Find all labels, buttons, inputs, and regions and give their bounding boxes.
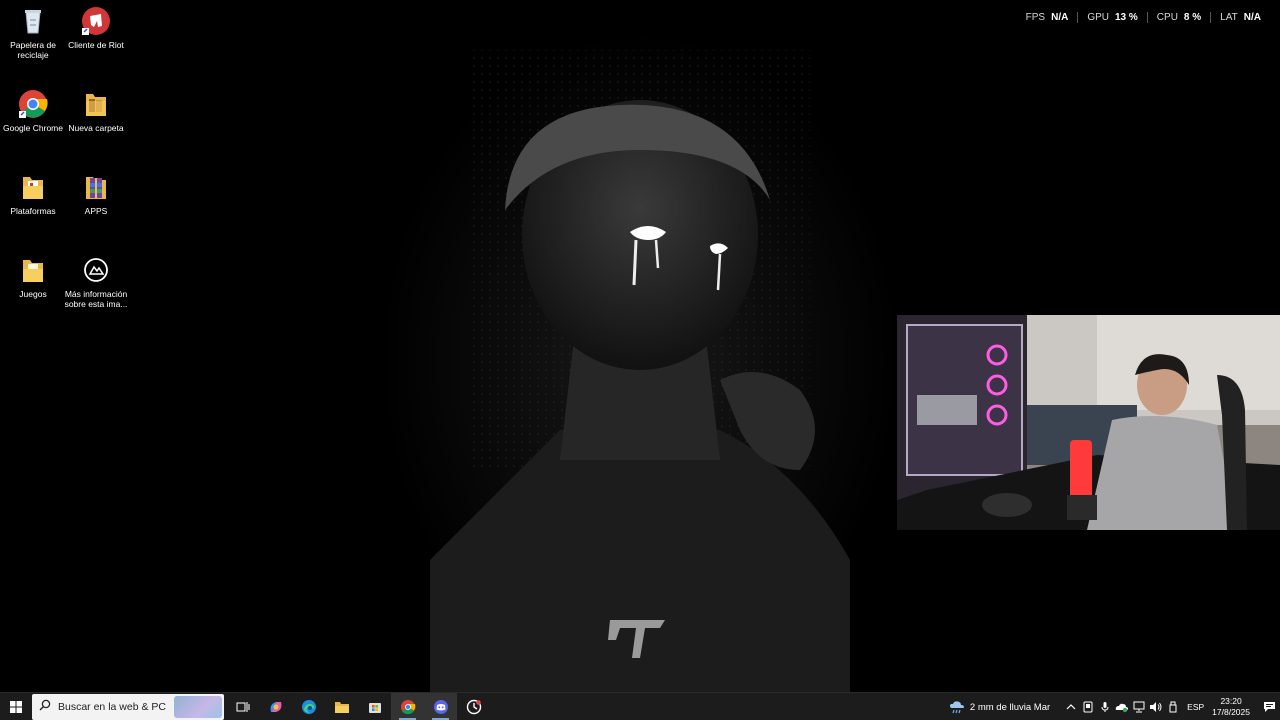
desktop-icon-riot-client[interactable]: Cliente de Riot xyxy=(63,6,129,50)
latency-label: LAT xyxy=(1220,12,1238,23)
file-explorer-button[interactable] xyxy=(325,693,358,720)
task-view-button[interactable] xyxy=(226,693,259,720)
fps-label: FPS xyxy=(1025,12,1046,23)
tray-device-button[interactable] xyxy=(1080,693,1096,720)
desktop-icon-google-chrome[interactable]: Google Chrome xyxy=(0,89,66,133)
weather-text: 2 mm de lluvia Mar xyxy=(969,701,1051,713)
desktop-icon-label: Google Chrome xyxy=(2,123,63,133)
volume-icon xyxy=(1149,702,1162,712)
latency-stat: LAT N/A xyxy=(1210,12,1270,23)
taskbar-clock[interactable]: 23:20 17/8/2025 xyxy=(1212,696,1250,718)
windows-logo-icon xyxy=(10,700,22,713)
recycle-bin-icon xyxy=(18,6,48,36)
webcam-overlay xyxy=(897,315,1280,530)
microphone-icon xyxy=(1101,702,1109,712)
clock-app-button[interactable] xyxy=(457,693,490,720)
show-hidden-icons-button[interactable] xyxy=(1063,693,1079,720)
clock-time: 23:20 xyxy=(1220,696,1242,706)
discord-taskbar-button[interactable] xyxy=(424,692,457,720)
tray-network-button[interactable] xyxy=(1131,693,1147,720)
edge-icon xyxy=(301,699,316,714)
discord-icon xyxy=(433,699,448,714)
tray-onedrive-button[interactable] xyxy=(1114,693,1130,720)
folder-icon xyxy=(18,255,48,285)
desktop-icon-nueva-carpeta[interactable]: Nueva carpeta xyxy=(63,89,129,133)
file-explorer-icon xyxy=(334,701,349,713)
desktop-icon-label: Plataformas xyxy=(10,206,56,216)
notification-icon xyxy=(1263,702,1275,712)
start-button[interactable] xyxy=(0,693,32,720)
tray-usb-button[interactable] xyxy=(1165,693,1181,720)
input-language-indicator[interactable]: ESP xyxy=(1187,702,1204,712)
search-highlight-image xyxy=(174,695,222,718)
weather-widget[interactable]: 2 mm de lluvia Mar xyxy=(949,700,1050,714)
gpu-value: 13 % xyxy=(1115,12,1138,23)
latency-value: N/A xyxy=(1243,12,1261,23)
desktop-icon-label: APPS xyxy=(84,206,108,216)
desktop-icon-juegos[interactable]: Juegos xyxy=(0,255,66,299)
desktop-icon-recycle-bin[interactable]: Papelera de reciclaje xyxy=(0,6,66,60)
copilot-button[interactable] xyxy=(259,693,292,720)
copilot-icon xyxy=(270,701,281,712)
notification-center-button[interactable] xyxy=(1258,693,1280,720)
folder-icon xyxy=(81,89,111,119)
cpu-stat: CPU 8 % xyxy=(1146,12,1210,23)
performance-overlay: FPS N/A GPU 13 % CPU 8 % LAT N/A xyxy=(1017,12,1270,23)
taskbar-search-box[interactable]: Buscar en la web & PC xyxy=(32,693,224,720)
chrome-icon xyxy=(400,699,415,714)
desktop-icon-more-info[interactable]: Más información sobre esta ima... xyxy=(63,255,129,309)
desktop-icon-plataformas[interactable]: Plataformas xyxy=(0,172,66,216)
gpu-label: GPU xyxy=(1087,12,1109,23)
chrome-taskbar-button[interactable] xyxy=(391,692,424,720)
folder-icon xyxy=(18,172,48,202)
desktop-icon-label: Cliente de Riot xyxy=(68,40,124,50)
chevron-up-icon xyxy=(1066,704,1076,710)
desktop-icon-apps[interactable]: APPS xyxy=(63,172,129,216)
winrar-archive-icon xyxy=(81,172,111,202)
webcam-feed-image xyxy=(897,315,1280,530)
riot-client-icon xyxy=(81,6,111,36)
store-button[interactable] xyxy=(358,693,391,720)
tray-microphone-button[interactable] xyxy=(1097,693,1113,720)
gpu-stat: GPU 13 % xyxy=(1077,12,1146,23)
cloud-sync-icon xyxy=(1115,703,1128,713)
cpu-label: CPU xyxy=(1156,12,1178,23)
tray-volume-button[interactable] xyxy=(1148,693,1164,720)
desktop-icon-label: Juegos xyxy=(19,289,47,299)
fps-stat: FPS N/A xyxy=(1017,12,1078,23)
taskbar: Buscar en la web & PC 2 mm de lluvia Mar xyxy=(0,692,1280,720)
search-icon xyxy=(32,699,58,714)
desktop-icon-label: Papelera de reciclaje xyxy=(10,40,56,60)
device-icon xyxy=(1083,701,1093,713)
system-tray: 2 mm de lluvia Mar ESP 23:20 17/8/2025 xyxy=(949,693,1280,720)
rain-cloud-icon xyxy=(949,701,964,714)
store-icon xyxy=(368,702,381,713)
clock-date: 17/8/2025 xyxy=(1212,707,1250,717)
usb-drive-icon xyxy=(1169,701,1177,713)
fps-value: N/A xyxy=(1051,12,1069,23)
clock-app-icon xyxy=(466,699,481,714)
chrome-icon xyxy=(18,89,48,119)
search-placeholder: Buscar en la web & PC xyxy=(58,700,166,713)
network-icon xyxy=(1133,701,1145,713)
cpu-value: 8 % xyxy=(1183,12,1202,23)
desktop-icon-label: Más información sobre esta ima... xyxy=(64,289,128,309)
info-camera-icon xyxy=(81,255,111,285)
desktop-icon-label: Nueva carpeta xyxy=(68,123,124,133)
task-view-icon xyxy=(236,701,249,712)
edge-button[interactable] xyxy=(292,693,325,720)
